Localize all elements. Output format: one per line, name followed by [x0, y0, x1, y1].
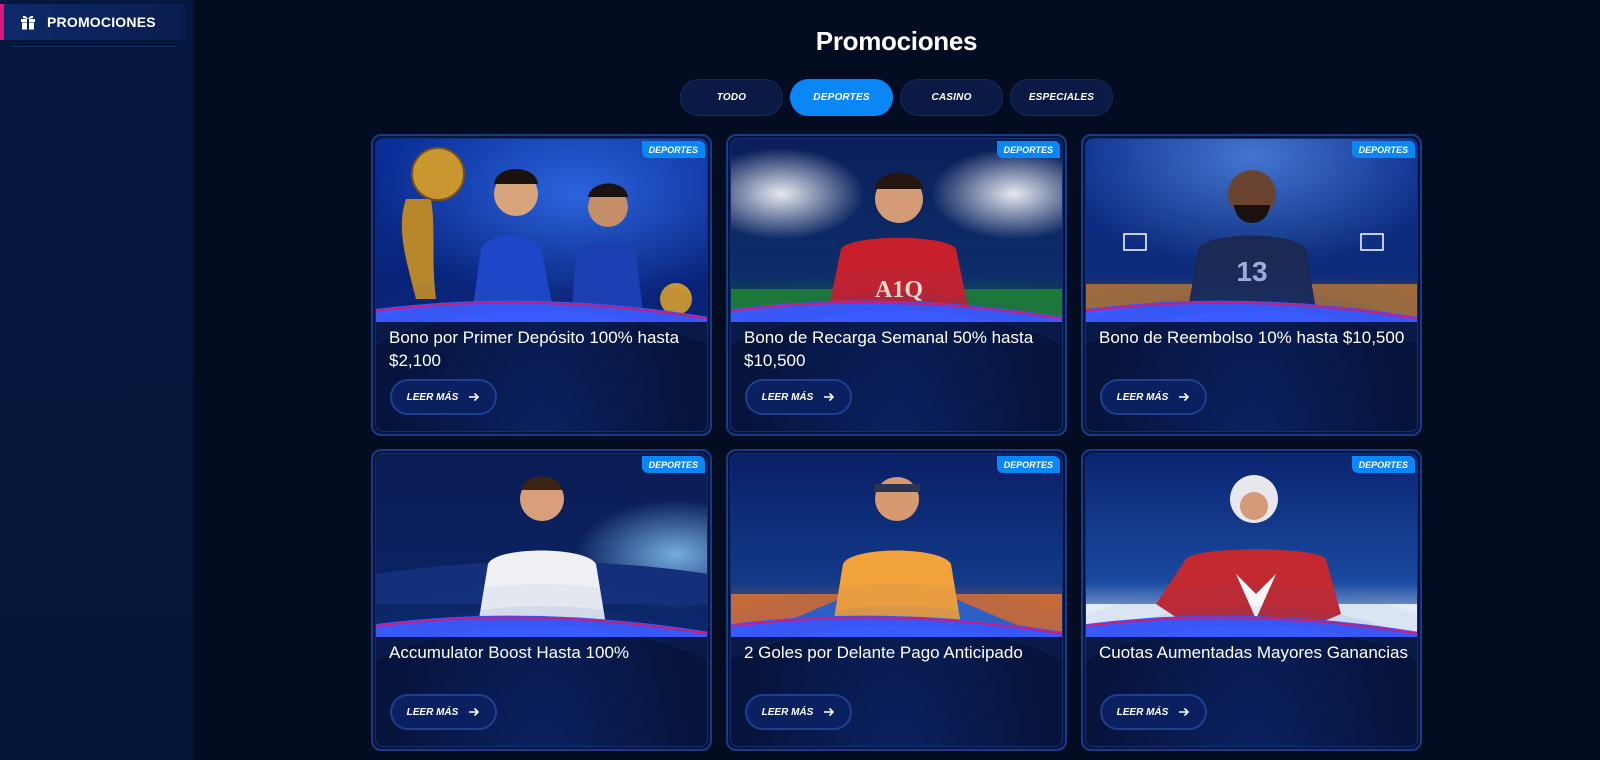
read-more-button[interactable]: LEER MÁS — [390, 379, 497, 415]
tab-deportes[interactable]: DEPORTES — [790, 79, 893, 116]
promo-card[interactable]: 13 DEPORTES Bono de Reembolso 10% hasta … — [1081, 134, 1422, 436]
gift-icon — [21, 15, 35, 30]
promo-title: Bono por Primer Depósito 100% hasta $2,1… — [389, 328, 680, 370]
arrow-right-icon — [1179, 707, 1190, 717]
promo-card[interactable]: A1Q DEPORTES Bono de Recarga Semanal 50%… — [726, 134, 1067, 436]
promo-grid: DEPORTES Bono por Primer Depósito 100% h… — [371, 134, 1422, 751]
promo-card-body: DEPORTES 2 Goles por Delante Pago Antici… — [730, 453, 1063, 747]
main-content: Promociones TODO DEPORTES CASINO ESPECIA… — [193, 0, 1600, 760]
promo-card[interactable]: DEPORTES Bono por Primer Depósito 100% h… — [371, 134, 712, 436]
promo-title: 2 Goles por Delante Pago Anticipado — [744, 643, 1023, 662]
sidebar-divider — [12, 46, 177, 47]
category-badge: DEPORTES — [996, 141, 1060, 158]
promo-title: Bono de Reembolso 10% hasta $10,500 — [1099, 328, 1405, 347]
promo-title: Cuotas Aumentadas Mayores Ganancias — [1099, 643, 1409, 662]
page-title: Promociones — [815, 26, 978, 56]
category-badge: DEPORTES — [1351, 456, 1415, 473]
svg-text:A1Q: A1Q — [875, 277, 923, 303]
sidebar-item-label: PROMOCIONES — [47, 14, 156, 30]
promo-card[interactable]: DEPORTES Cuotas Aumentadas Mayores Ganan… — [1081, 449, 1422, 751]
basketball-player-image: 13 — [1086, 139, 1417, 322]
tab-casino[interactable]: CASINO — [900, 79, 1003, 116]
promo-card-body: DEPORTES Cuotas Aumentadas Mayores Ganan… — [1085, 453, 1418, 747]
svg-text:13: 13 — [1236, 256, 1267, 287]
read-more-label: LEER MÁS — [1116, 391, 1169, 403]
promo-card[interactable]: DEPORTES Accumulator Boost Hasta 100% LE… — [371, 449, 712, 751]
sidebar: PROMOCIONES — [0, 0, 193, 760]
read-more-button[interactable]: LEER MÁS — [1100, 694, 1207, 730]
promo-card-body: DEPORTES Bono por Primer Depósito 100% h… — [375, 138, 708, 432]
read-more-label: LEER MÁS — [761, 391, 814, 403]
read-more-label: LEER MÁS — [406, 706, 459, 718]
read-more-label: LEER MÁS — [761, 706, 814, 718]
promo-card-body: DEPORTES Accumulator Boost Hasta 100% LE… — [375, 453, 708, 747]
promo-card[interactable]: DEPORTES 2 Goles por Delante Pago Antici… — [726, 449, 1067, 751]
soccer-goalkeeper-image: A1Q — [731, 139, 1062, 322]
filter-tabs: TODO DEPORTES CASINO ESPECIALES — [680, 79, 1113, 116]
read-more-label: LEER MÁS — [1116, 706, 1169, 718]
promo-card-body: A1Q DEPORTES Bono de Recarga Semanal 50%… — [730, 138, 1063, 432]
read-more-label: LEER MÁS — [406, 391, 459, 403]
arrow-right-icon — [469, 707, 480, 717]
hockey-player-image — [1086, 454, 1417, 637]
promo-card-body: 13 DEPORTES Bono de Reembolso 10% hasta … — [1085, 138, 1418, 432]
arrow-right-icon — [824, 392, 835, 402]
arrow-right-icon — [1179, 392, 1190, 402]
category-badge: DEPORTES — [641, 141, 705, 158]
tab-todo[interactable]: TODO — [680, 79, 783, 116]
promo-title: Bono de Recarga Semanal 50% hasta $10,50… — [744, 328, 1034, 370]
promo-title: Accumulator Boost Hasta 100% — [389, 643, 630, 662]
arrow-right-icon — [824, 707, 835, 717]
soccer-trophy-image — [376, 139, 707, 322]
sidebar-item-promociones[interactable]: PROMOCIONES — [0, 4, 185, 40]
read-more-button[interactable]: LEER MÁS — [745, 694, 852, 730]
soccer-celebration-image — [376, 454, 707, 637]
category-badge: DEPORTES — [641, 456, 705, 473]
category-badge: DEPORTES — [996, 456, 1060, 473]
tennis-player-image — [731, 454, 1062, 637]
category-badge: DEPORTES — [1351, 141, 1415, 158]
arrow-right-icon — [469, 392, 480, 402]
read-more-button[interactable]: LEER MÁS — [1100, 379, 1207, 415]
tab-especiales[interactable]: ESPECIALES — [1010, 79, 1113, 116]
read-more-button[interactable]: LEER MÁS — [390, 694, 497, 730]
read-more-button[interactable]: LEER MÁS — [745, 379, 852, 415]
